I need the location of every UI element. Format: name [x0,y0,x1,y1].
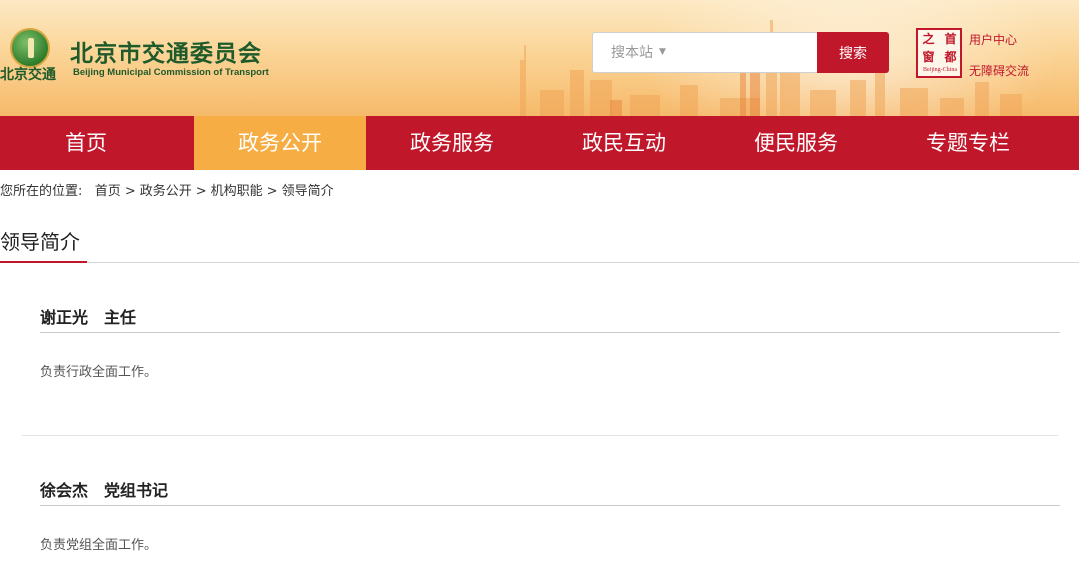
emblem-icon [10,28,50,68]
breadcrumb-separator: > [195,184,207,199]
logo-english-title: Beijing Municipal Commission of Transpor… [73,67,269,78]
logo-short-name: 北京交通 [0,67,56,83]
breadcrumb-government-affairs[interactable]: 政务公开 [140,184,192,199]
entry-divider [22,435,1058,436]
breadcrumb-separator: > [266,184,278,199]
leader-name: 谢正光 主任 [40,304,1060,333]
site-logo[interactable]: 北京交通 北京市交通委员会 Beijing Municipal Commissi… [0,24,280,88]
page-title: 领导简介 [0,230,80,254]
breadcrumb-organization[interactable]: 机构职能 [211,184,263,199]
seal-char: 窗 [922,50,935,64]
logo-title: 北京市交通委员会 [70,41,262,67]
breadcrumb-prefix: 您所在的位置: [0,184,83,199]
seal-char: 都 [944,50,957,64]
title-divider [0,262,1079,263]
breadcrumb-home[interactable]: 首页 [95,184,121,199]
nav-item-convenience[interactable]: 便民服务 [710,116,882,170]
leader-name: 徐会杰 党组书记 [40,477,1060,506]
nav-item-label: 首页 [65,131,107,155]
seal-icon[interactable]: 之 首 窗 都 Beijing-China [916,28,962,78]
search-box: ▼ [592,32,818,73]
breadcrumb-current[interactable]: 领导简介 [282,184,334,199]
nav-item-label: 政民互动 [582,131,666,155]
leader-duty: 负责行政全面工作。 [40,365,158,380]
leader-entry: 徐会杰 党组书记 负责党组全面工作。 [40,477,1060,553]
site-header: 北京交通 北京市交通委员会 Beijing Municipal Commissi… [0,0,1079,116]
breadcrumb: 您所在的位置: 首页 > 政务公开 > 机构职能 > 领导简介 [0,180,334,199]
title-accent-bar [0,261,87,263]
nav-item-government-affairs[interactable]: 政务公开 [194,116,366,170]
search-button[interactable]: 搜索 [817,32,889,73]
nav-item-interaction[interactable]: 政民互动 [538,116,710,170]
nav-item-label: 专题专栏 [926,131,1010,155]
nav-item-label: 政务公开 [238,131,322,155]
nav-item-home[interactable]: 首页 [0,116,194,170]
nav-item-label: 便民服务 [754,131,838,155]
breadcrumb-separator: > [124,184,136,199]
nav-item-special-topics[interactable]: 专题专栏 [882,116,1054,170]
user-center-link[interactable]: 用户中心 [969,31,1017,48]
accessibility-link[interactable]: 无障碍交流 [969,62,1029,79]
seal-char: 首 [944,32,957,46]
seal-caption: Beijing-China [923,67,957,73]
leader-duty: 负责党组全面工作。 [40,538,158,553]
nav-item-label: 政务服务 [410,131,494,155]
search-input[interactable] [593,33,817,72]
main-nav: 首页 政务公开 政务服务 政民互动 便民服务 专题专栏 [0,116,1079,170]
leader-entry: 谢正光 主任 负责行政全面工作。 [40,304,1060,380]
seal-char: 之 [922,32,935,46]
nav-item-government-services[interactable]: 政务服务 [366,116,538,170]
